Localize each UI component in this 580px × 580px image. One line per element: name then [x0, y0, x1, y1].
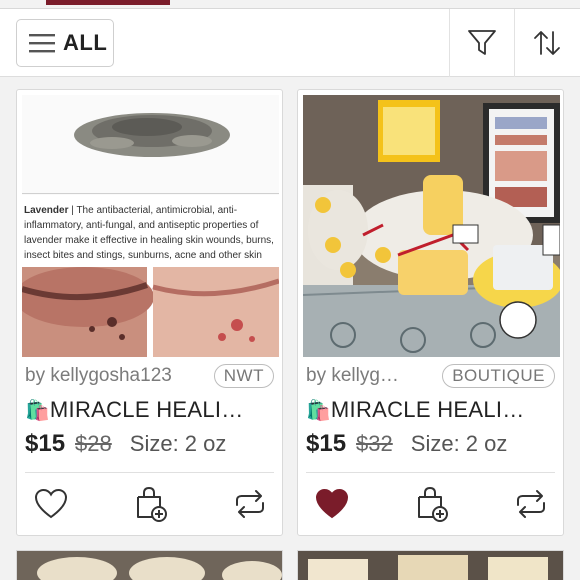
price-row: $15 $28 Size: 2 oz: [25, 430, 278, 460]
listing-card-partial[interactable]: [16, 550, 283, 580]
card-actions: [298, 482, 563, 526]
lavender-description: Lavender | The antibacterial, antimicrob…: [24, 203, 274, 263]
filter-funnel-icon: [468, 30, 496, 55]
seller-name[interactable]: by kellyg…: [306, 365, 399, 387]
card-divider: [25, 472, 274, 473]
sort-button[interactable]: [515, 9, 579, 77]
filter-toolbar: ALL: [0, 9, 580, 77]
seller-name[interactable]: by kellygosha123: [25, 365, 172, 387]
seller-row: by kellygosha123 NWT: [25, 362, 274, 390]
lavender-seeds-image: [74, 113, 230, 157]
bag-plus-icon: [418, 486, 448, 522]
listing-price: $15: [25, 430, 66, 457]
all-button-label: ALL: [63, 30, 108, 55]
filter-button[interactable]: [450, 9, 514, 77]
listing-card[interactable]: by kellyg… BOUTIQUE 🛍️ MIRACLE HEALI… $1…: [297, 89, 564, 536]
listing-title-row[interactable]: 🛍️ MIRACLE HEALI…: [306, 395, 559, 425]
listing-size: Size: 2 oz: [129, 431, 227, 456]
add-to-bundle-button[interactable]: [410, 482, 454, 526]
sort-arrows-icon: [534, 31, 560, 55]
balm-display-photo: [303, 95, 560, 357]
share-button[interactable]: [509, 482, 553, 526]
original-price: $32: [356, 431, 393, 456]
listing-image[interactable]: Lavender | The antibacterial, antimicrob…: [22, 95, 279, 357]
listing-price: $15: [306, 430, 347, 457]
bag-plus-icon: [137, 486, 167, 522]
lavender-heading: Lavender: [24, 205, 69, 216]
shopping-bags-icon: 🛍️: [306, 399, 331, 422]
all-categories-button[interactable]: ALL: [16, 19, 114, 67]
seller-row: by kellyg… BOUTIQUE: [306, 362, 555, 390]
share-repost-icon: [236, 490, 264, 518]
listing-image-partial: [298, 551, 563, 580]
card-actions: [17, 482, 282, 526]
skin-before-after-photos: [22, 267, 279, 357]
listing-title-row[interactable]: 🛍️ MIRACLE HEALI…: [25, 395, 278, 425]
listing-card[interactable]: Lavender | The antibacterial, antimicrob…: [16, 89, 283, 536]
like-button[interactable]: [29, 482, 73, 526]
like-button[interactable]: [310, 482, 354, 526]
condition-badge: NWT: [213, 364, 274, 388]
share-button[interactable]: [228, 482, 272, 526]
boutique-badge: BOUTIQUE: [442, 364, 555, 388]
active-tab-indicator: [46, 0, 170, 5]
heart-filled-icon: [315, 488, 349, 519]
listing-title: MIRACLE HEALI…: [330, 397, 525, 422]
listing-image-partial: [17, 551, 282, 580]
listing-card-partial[interactable]: [297, 550, 564, 580]
shopping-bags-icon: 🛍️: [25, 399, 50, 422]
heart-outline-icon: [34, 488, 68, 519]
price-row: $15 $32 Size: 2 oz: [306, 430, 559, 460]
listing-title: MIRACLE HEALI…: [49, 397, 244, 422]
listing-size: Size: 2 oz: [410, 431, 508, 456]
card-divider: [306, 472, 555, 473]
original-price: $28: [75, 431, 112, 456]
hamburger-menu-icon: [29, 34, 55, 53]
share-repost-icon: [517, 490, 545, 518]
listing-image[interactable]: [303, 95, 560, 357]
add-to-bundle-button[interactable]: [129, 482, 173, 526]
